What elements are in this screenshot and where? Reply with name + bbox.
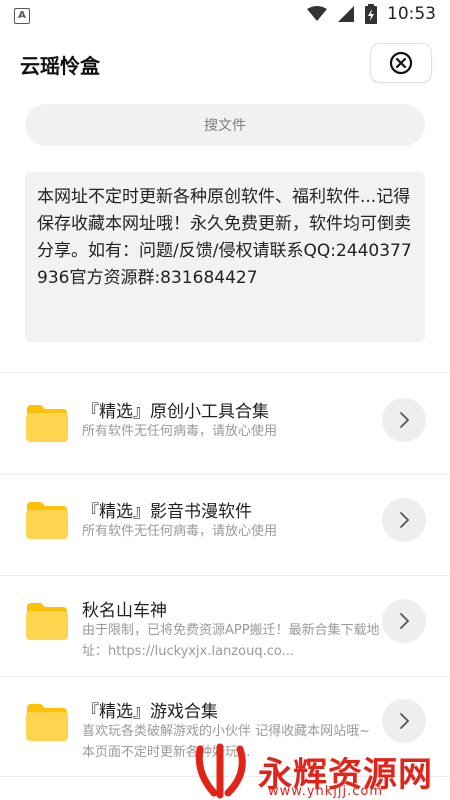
folder-icon	[26, 704, 68, 741]
chevron-right-icon	[400, 613, 410, 629]
watermark: 永辉资源网 www.yhkjjj.com	[192, 742, 447, 800]
folder-icon	[26, 405, 68, 442]
close-icon	[389, 51, 413, 75]
watermark-url: www.yhkjjj.com	[268, 784, 384, 799]
chevron-right-icon	[400, 713, 410, 729]
status-icons: 10:53	[307, 4, 436, 24]
wifi-icon	[307, 6, 327, 21]
status-time: 10:53	[387, 4, 436, 24]
watermark-logo-icon	[195, 743, 246, 799]
status-bar: A 10:53	[0, 0, 450, 30]
open-item-button[interactable]	[382, 398, 426, 442]
notice-box: 本网址不定时更新各种原创软件、福利软件...记得保存收藏本网址哦！永久免费更新，…	[25, 172, 425, 342]
chevron-right-icon	[400, 412, 410, 428]
close-button[interactable]	[370, 43, 432, 83]
app-header: 云瑶怜盒	[0, 30, 450, 98]
item-title: 『精选』原创小工具合集	[82, 402, 269, 422]
item-title: 秋名山车神	[82, 601, 167, 621]
open-item-button[interactable]	[382, 699, 426, 743]
app-notification-icon: A	[14, 8, 30, 24]
list-item[interactable]: 秋名山车神 由于限制，已将免费资源APP搬迁！最新合集下载地址：https://…	[0, 576, 450, 676]
list-item[interactable]: 『精选』影音书漫软件 所有软件无任何病毒，请放心使用	[0, 475, 450, 575]
folder-icon	[26, 502, 68, 539]
list-item[interactable]: 『精选』原创小工具合集 所有软件无任何病毒，请放心使用	[0, 373, 450, 473]
chevron-right-icon	[400, 512, 410, 528]
search-input[interactable]: 搜文件	[25, 104, 425, 146]
item-subtitle: 由于限制，已将免费资源APP搬迁！最新合集下载地址：https://luckyx…	[82, 623, 380, 659]
item-subtitle: 所有软件无任何病毒，请放心使用	[82, 524, 278, 539]
open-item-button[interactable]	[382, 599, 426, 643]
battery-icon	[365, 4, 377, 24]
open-item-button[interactable]	[382, 498, 426, 542]
page-title: 云瑶怜盒	[20, 54, 100, 78]
item-title: 『精选』影音书漫软件	[82, 502, 252, 522]
item-title: 『精选』游戏合集	[82, 702, 218, 722]
folder-icon	[26, 603, 68, 640]
search-placeholder: 搜文件	[204, 118, 246, 134]
signal-icon	[338, 6, 354, 22]
item-subtitle: 所有软件无任何病毒，请放心使用	[82, 424, 278, 439]
